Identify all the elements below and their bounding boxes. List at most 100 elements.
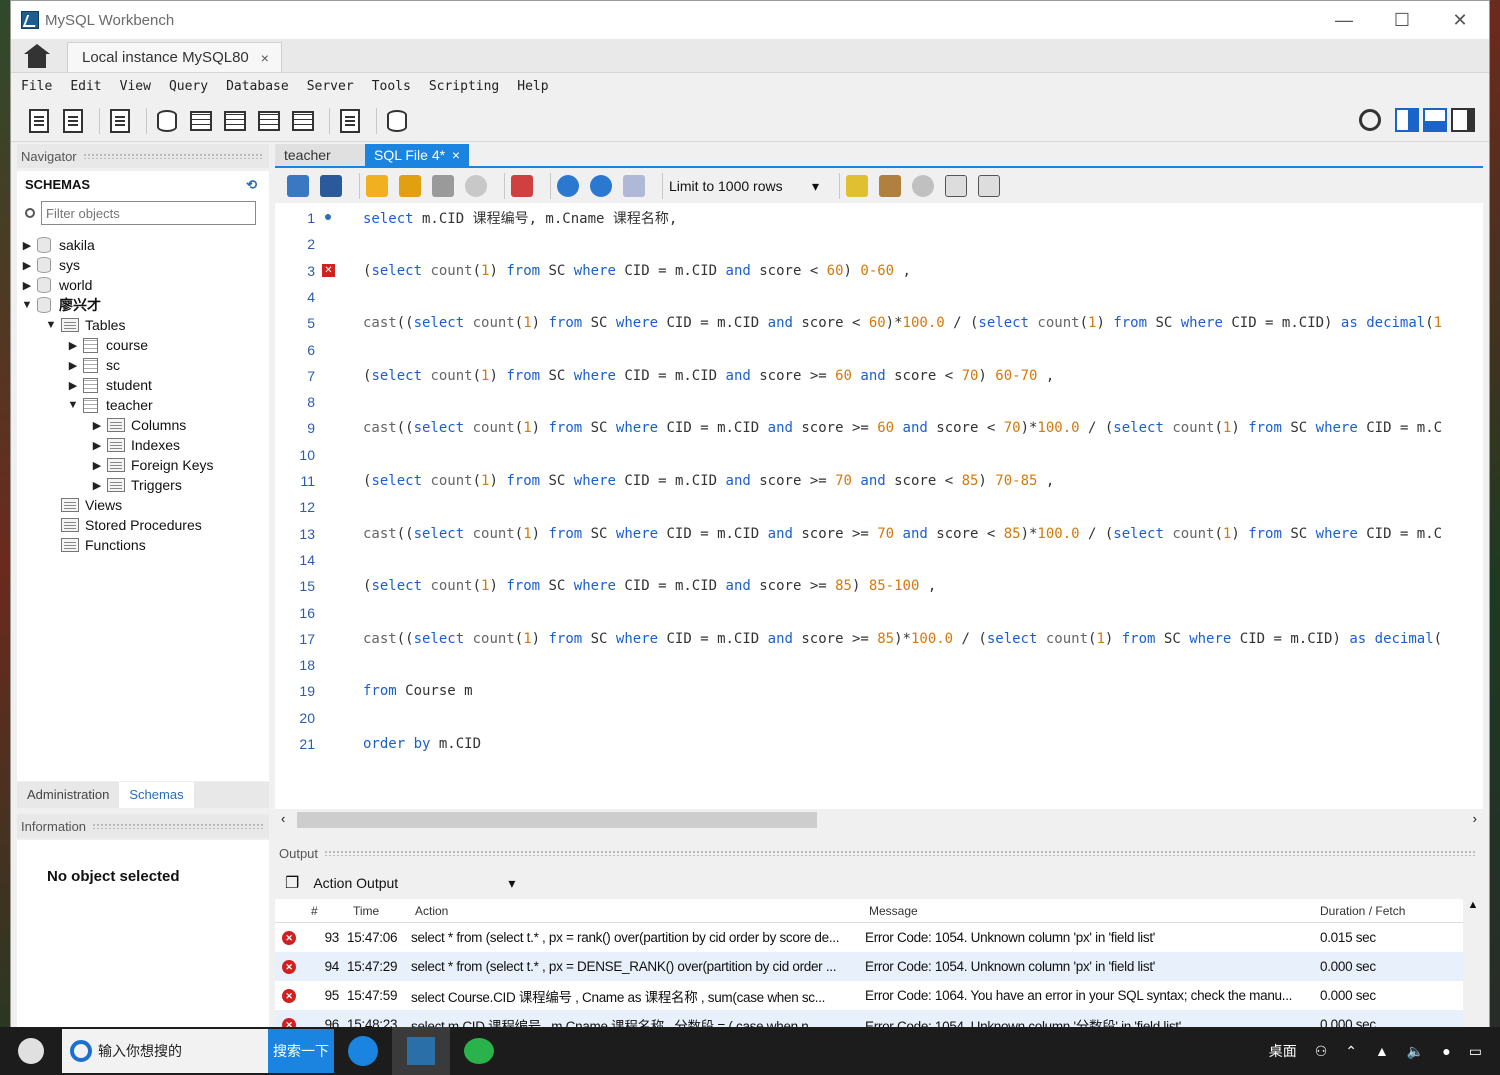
header-message[interactable]: Message	[861, 904, 1316, 918]
chevron-up-icon[interactable]: ⌃	[1345, 1043, 1357, 1060]
code-line[interactable]: 11 (select count(1) from SC where CID = m…	[275, 468, 1483, 494]
minimize-button[interactable]: —	[1315, 1, 1373, 39]
create-table-button[interactable]	[187, 107, 215, 135]
open-file-icon[interactable]	[287, 175, 309, 197]
code-line[interactable]: 8	[275, 389, 1483, 415]
expand-arrow-icon[interactable]: ▶	[21, 239, 33, 252]
scroll-up-icon[interactable]: ▲	[1468, 899, 1479, 911]
code-line[interactable]: 17 cast((select count(1) from SC where CI…	[275, 626, 1483, 652]
horizontal-scrollbar[interactable]: ‹ ›	[275, 809, 1483, 831]
gear-icon[interactable]	[1359, 109, 1381, 131]
autocommit-icon[interactable]	[623, 175, 645, 197]
code-line[interactable]: 6	[275, 337, 1483, 363]
menu-view[interactable]: View	[120, 79, 151, 94]
code-line[interactable]: 7 (select count(1) from SC where CID = m.…	[275, 363, 1483, 389]
start-button[interactable]	[0, 1027, 62, 1075]
tree-item-student[interactable]: ▶ student	[17, 375, 269, 395]
people-icon[interactable]: ⚇	[1315, 1043, 1328, 1060]
tree-item-world[interactable]: ▶ world	[17, 275, 269, 295]
output-row[interactable]: ✕ 96 15:48:23 select m.CID 课程编号 , m.Cname 课…	[275, 1010, 1483, 1027]
tab-teacher[interactable]: teacher	[275, 144, 365, 166]
tree-item-sc[interactable]: ▶ sc	[17, 355, 269, 375]
output-row[interactable]: ✕ 93 15:47:06 select * from (select t.* , p…	[275, 923, 1483, 952]
code-line[interactable]: 3 ✕ (select count(1) from SC where CID = m…	[275, 258, 1483, 284]
scroll-left-icon[interactable]: ‹	[281, 811, 285, 826]
code-line[interactable]: 9 cast((select count(1) from SC where CID…	[275, 415, 1483, 441]
tree-item-triggers[interactable]: ▶ Triggers	[17, 475, 269, 495]
commit-icon[interactable]	[557, 175, 579, 197]
tree-item-indexes[interactable]: ▶ Indexes	[17, 435, 269, 455]
taskbar-search[interactable]: 输入你想搜的	[62, 1029, 268, 1073]
execute-icon[interactable]	[366, 175, 388, 197]
create-function-button[interactable]	[289, 107, 317, 135]
menu-server[interactable]: Server	[307, 79, 354, 94]
tree-item-teacher[interactable]: ▼ teacher	[17, 395, 269, 415]
expand-arrow-icon[interactable]: ▶	[21, 279, 33, 292]
limit-rows-select[interactable]: Limit to 1000 rows ▾	[669, 178, 819, 195]
tab-sql-file[interactable]: SQL File 4* ×	[365, 144, 469, 166]
scrollbar-thumb[interactable]	[297, 812, 817, 828]
search-button[interactable]: 搜索一下	[268, 1029, 334, 1073]
menu-scripting[interactable]: Scripting	[429, 79, 499, 94]
filter-objects-input[interactable]	[41, 201, 256, 225]
explain-icon[interactable]	[432, 175, 454, 197]
expand-arrow-icon[interactable]: ▶	[67, 359, 79, 372]
connection-tab-close-icon[interactable]: ×	[261, 50, 269, 66]
expand-arrow-icon[interactable]: ▶	[91, 459, 103, 472]
code-line[interactable]: 15 (select count(1) from SC where CID = m…	[275, 573, 1483, 599]
save-icon[interactable]	[320, 175, 342, 197]
inspect-button[interactable]	[106, 107, 134, 135]
code-line[interactable]: 2	[275, 231, 1483, 257]
tree-item-functions[interactable]: Functions	[17, 535, 269, 555]
menu-database[interactable]: Database	[226, 79, 289, 94]
collapse-arrow-icon[interactable]: ▼	[45, 319, 57, 331]
rollback-icon[interactable]	[590, 175, 612, 197]
toggle-secondary-sidebar-icon[interactable]	[1451, 108, 1475, 132]
tree-item-views[interactable]: Views	[17, 495, 269, 515]
collapse-arrow-icon[interactable]: ▼	[67, 399, 79, 411]
collapse-arrow-icon[interactable]: ▼	[21, 299, 33, 311]
connection-tab[interactable]: Local instance MySQL80 ×	[67, 42, 282, 72]
code-line[interactable]: 4	[275, 284, 1483, 310]
beautify-icon[interactable]	[879, 175, 901, 197]
toggle-sidebar-icon[interactable]	[1395, 108, 1419, 132]
desktop-label[interactable]: 桌面	[1269, 1041, 1297, 1061]
tree-item-active-schema[interactable]: ▼ 廖兴才	[17, 295, 269, 315]
tab-administration[interactable]: Administration	[17, 782, 119, 808]
new-sql-tab-button[interactable]	[25, 107, 53, 135]
code-line[interactable]: 16	[275, 600, 1483, 626]
code-line[interactable]: 12	[275, 494, 1483, 520]
open-sql-script-button[interactable]	[59, 107, 87, 135]
vertical-scrollbar[interactable]: ▲	[1463, 899, 1483, 1027]
create-schema-button[interactable]	[153, 107, 181, 135]
volume-icon[interactable]: 🔈	[1407, 1043, 1424, 1060]
tree-item-sys[interactable]: ▶ sys	[17, 255, 269, 275]
code-line[interactable]: 21 order by m.CID	[275, 731, 1483, 757]
code-line[interactable]: 20	[275, 705, 1483, 731]
tree-item-sakila[interactable]: ▶ sakila	[17, 235, 269, 255]
tree-item-stored-procedures[interactable]: Stored Procedures	[17, 515, 269, 535]
code-line[interactable]: 14	[275, 547, 1483, 573]
tree-item-course[interactable]: ▶ course	[17, 335, 269, 355]
code-line[interactable]: 19 from Course m	[275, 678, 1483, 704]
invisible-chars-icon[interactable]	[945, 175, 967, 197]
header-duration[interactable]: Duration / Fetch	[1316, 904, 1456, 918]
output-row[interactable]: ✕ 95 15:47:59 select Course.CID 课程编号 , Cnam…	[275, 981, 1483, 1010]
copy-icon[interactable]: ❐	[285, 873, 299, 893]
close-button[interactable]: ✕	[1431, 1, 1489, 39]
create-view-button[interactable]	[221, 107, 249, 135]
menu-help[interactable]: Help	[517, 79, 548, 94]
menu-file[interactable]: File	[21, 79, 52, 94]
expand-arrow-icon[interactable]: ▶	[91, 439, 103, 452]
maximize-button[interactable]: ☐	[1373, 1, 1431, 39]
scroll-right-icon[interactable]: ›	[1473, 811, 1477, 826]
code-line[interactable]: 5 cast((select count(1) from SC where CID…	[275, 310, 1483, 336]
header-number[interactable]: #	[303, 904, 343, 918]
tree-item-columns[interactable]: ▶ Columns	[17, 415, 269, 435]
network-icon[interactable]: ●	[1442, 1043, 1450, 1059]
header-time[interactable]: Time	[343, 904, 407, 918]
create-procedure-button[interactable]	[255, 107, 283, 135]
sql-editor[interactable]: 1 select m.CID 课程编号, m.Cname 课程名称, 2 3 ✕ (sel…	[275, 203, 1483, 809]
taskbar-app-workbench[interactable]	[392, 1027, 450, 1075]
taskbar-app-wechat[interactable]	[450, 1027, 508, 1075]
